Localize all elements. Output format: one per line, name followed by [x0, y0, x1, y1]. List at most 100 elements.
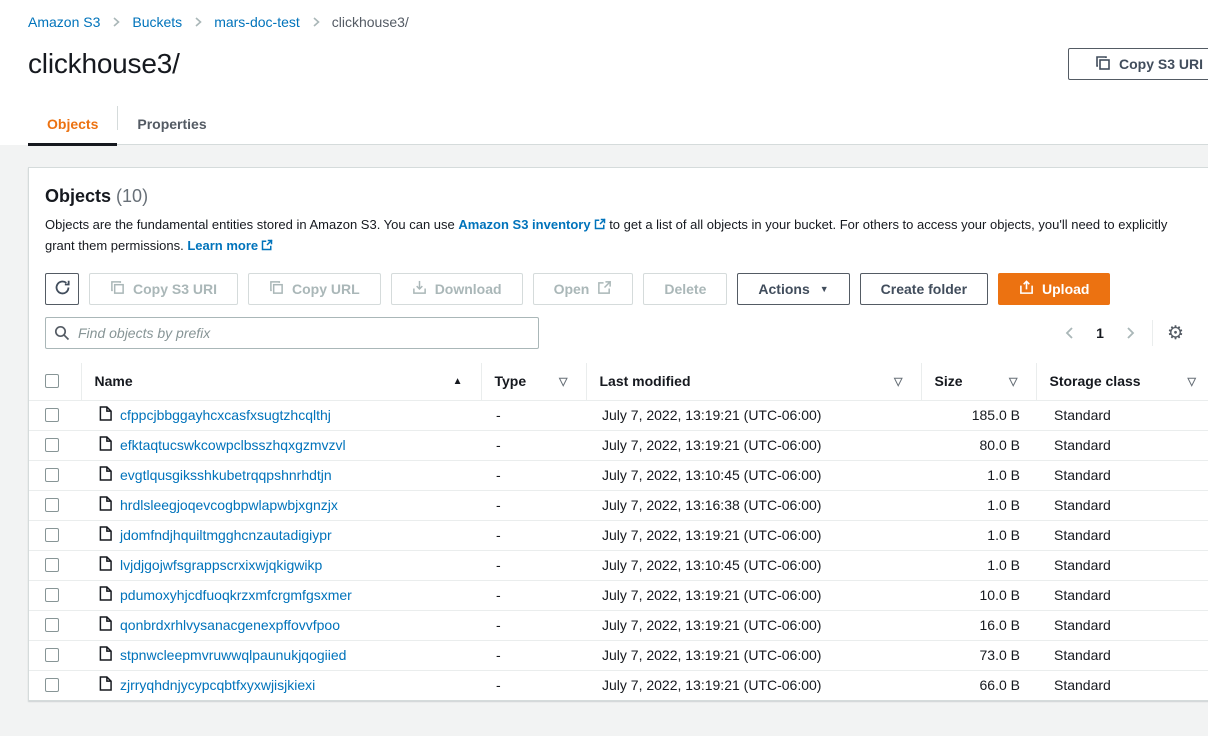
- object-name-link[interactable]: zjrryqhdnjycypcqbtfxyxwjisjkiexi: [120, 677, 315, 693]
- row-checkbox[interactable]: [45, 468, 59, 482]
- copy-s3-uri-header-button[interactable]: Copy S3 URI: [1068, 48, 1208, 80]
- external-link-icon: [597, 280, 612, 298]
- download-button[interactable]: Download: [391, 273, 523, 305]
- sort-ascending-icon[interactable]: ▲: [453, 376, 463, 387]
- column-header-type[interactable]: Type: [495, 373, 527, 389]
- sort-icon[interactable]: ▽: [894, 375, 902, 388]
- breadcrumb-link-bucket[interactable]: mars-doc-test: [214, 14, 300, 30]
- table-row: zjrryqhdnjycypcqbtfxyxwjisjkiexi - July …: [29, 670, 1208, 700]
- object-name-link[interactable]: hrdlsleegjoqevcogbpwlapwbjxgnzjx: [120, 497, 338, 513]
- delete-button[interactable]: Delete: [643, 273, 727, 305]
- object-storage-class: Standard: [1036, 610, 1208, 640]
- pagination-divider: [1152, 320, 1153, 346]
- upload-button[interactable]: Upload: [998, 273, 1110, 305]
- copy-s3-uri-button[interactable]: Copy S3 URI: [89, 273, 238, 305]
- table-row: evgtlqusgiksshkubetrqqpshnrhdtjn - July …: [29, 460, 1208, 490]
- object-name-link[interactable]: evgtlqusgiksshkubetrqqpshnrhdtjn: [120, 467, 332, 483]
- upload-icon: [1019, 280, 1034, 298]
- create-folder-button[interactable]: Create folder: [860, 273, 988, 305]
- file-icon: [99, 496, 112, 514]
- select-all-checkbox[interactable]: [45, 374, 59, 388]
- amazon-s3-inventory-link[interactable]: Amazon S3 inventory: [458, 217, 590, 232]
- refresh-button[interactable]: [45, 273, 79, 305]
- download-icon: [412, 280, 427, 298]
- column-header-size[interactable]: Size: [935, 373, 963, 389]
- object-name-link[interactable]: qonbrdxrhlvysanacgenexpffovvfpoo: [120, 617, 340, 633]
- column-header-name[interactable]: Name: [95, 373, 133, 389]
- previous-page-button[interactable]: [1062, 325, 1078, 341]
- row-checkbox[interactable]: [45, 618, 59, 632]
- file-icon: [99, 586, 112, 604]
- copy-url-label: Copy URL: [292, 281, 360, 297]
- object-name-link[interactable]: pdumoxyhjcdfuoqkrzxmfcrgmfgsxmer: [120, 587, 352, 603]
- sort-icon[interactable]: ▽: [1009, 375, 1017, 388]
- sort-icon[interactable]: ▽: [559, 375, 567, 388]
- objects-panel: Objects (10) Objects are the fundamental…: [28, 167, 1208, 701]
- table-row: efktaqtucswkcowpclbsszhqxgzmvzvl - July …: [29, 430, 1208, 460]
- objects-title-text: Objects: [45, 186, 111, 206]
- object-last-modified: July 7, 2022, 13:19:21 (UTC-06:00): [586, 610, 921, 640]
- copy-url-button[interactable]: Copy URL: [248, 273, 381, 305]
- object-storage-class: Standard: [1036, 580, 1208, 610]
- object-last-modified: July 7, 2022, 13:10:45 (UTC-06:00): [586, 550, 921, 580]
- object-last-modified: July 7, 2022, 13:19:21 (UTC-06:00): [586, 520, 921, 550]
- row-checkbox[interactable]: [45, 648, 59, 662]
- object-size: 1.0 B: [921, 490, 1036, 520]
- tabs: Objects Properties: [28, 106, 1208, 145]
- tab-objects[interactable]: Objects: [28, 116, 117, 146]
- object-type: -: [481, 460, 586, 490]
- file-icon: [99, 466, 112, 484]
- object-name-link[interactable]: jdomfndjhquiltmgghcnzautadigiypr: [120, 527, 332, 543]
- column-header-storage-class[interactable]: Storage class: [1050, 373, 1141, 389]
- search-box: [45, 317, 539, 349]
- file-icon: [99, 676, 112, 694]
- preferences-gear-icon[interactable]: ⚙: [1167, 324, 1184, 343]
- row-checkbox[interactable]: [45, 408, 59, 422]
- object-storage-class: Standard: [1036, 520, 1208, 550]
- row-checkbox[interactable]: [45, 678, 59, 692]
- object-storage-class: Standard: [1036, 640, 1208, 670]
- objects-panel-title: Objects (10): [45, 186, 1196, 207]
- object-size: 16.0 B: [921, 610, 1036, 640]
- row-checkbox[interactable]: [45, 528, 59, 542]
- file-icon: [99, 526, 112, 544]
- breadcrumb-link-buckets[interactable]: Buckets: [132, 14, 182, 30]
- page-header: Amazon S3 Buckets mars-doc-test clickhou…: [0, 0, 1208, 145]
- copy-icon: [110, 280, 125, 298]
- breadcrumb-link-amazon-s3[interactable]: Amazon S3: [28, 14, 100, 30]
- row-checkbox[interactable]: [45, 558, 59, 572]
- object-type: -: [481, 640, 586, 670]
- object-name-link[interactable]: stpnwcleepmvruwwqlpaunukjqogiied: [120, 647, 346, 663]
- row-checkbox[interactable]: [45, 498, 59, 512]
- table-row: lvjdjgojwfsgrappscrxixwjqkigwikp - July …: [29, 550, 1208, 580]
- row-checkbox[interactable]: [45, 438, 59, 452]
- find-objects-input[interactable]: [45, 317, 539, 349]
- upload-label: Upload: [1042, 281, 1089, 297]
- caret-down-icon: ▼: [820, 284, 829, 294]
- tab-properties[interactable]: Properties: [118, 116, 225, 146]
- copy-icon: [1095, 55, 1111, 74]
- object-name-link[interactable]: cfppcjbbggayhcxcasfxsugtzhcqlthj: [120, 407, 331, 423]
- learn-more-link[interactable]: Learn more: [187, 238, 258, 253]
- object-type: -: [481, 670, 586, 700]
- object-storage-class: Standard: [1036, 430, 1208, 460]
- objects-count: (10): [116, 186, 148, 206]
- object-type: -: [481, 430, 586, 460]
- object-type: -: [481, 520, 586, 550]
- current-page-number[interactable]: 1: [1092, 325, 1108, 341]
- open-button[interactable]: Open: [533, 273, 634, 305]
- object-size: 80.0 B: [921, 430, 1036, 460]
- column-header-last-modified[interactable]: Last modified: [600, 373, 691, 389]
- object-name-link[interactable]: lvjdjgojwfsgrappscrxixwjqkigwikp: [120, 557, 322, 573]
- chevron-right-icon: [310, 16, 322, 28]
- object-name-link[interactable]: efktaqtucswkcowpclbsszhqxgzmvzvl: [120, 437, 346, 453]
- file-icon: [99, 436, 112, 454]
- objects-description: Objects are the fundamental entities sto…: [45, 215, 1180, 257]
- file-icon: [99, 556, 112, 574]
- row-checkbox[interactable]: [45, 588, 59, 602]
- next-page-button[interactable]: [1122, 325, 1138, 341]
- file-icon: [99, 406, 112, 424]
- sort-icon[interactable]: ▽: [1188, 375, 1196, 388]
- chevron-right-icon: [110, 16, 122, 28]
- actions-dropdown-button[interactable]: Actions ▼: [737, 273, 849, 305]
